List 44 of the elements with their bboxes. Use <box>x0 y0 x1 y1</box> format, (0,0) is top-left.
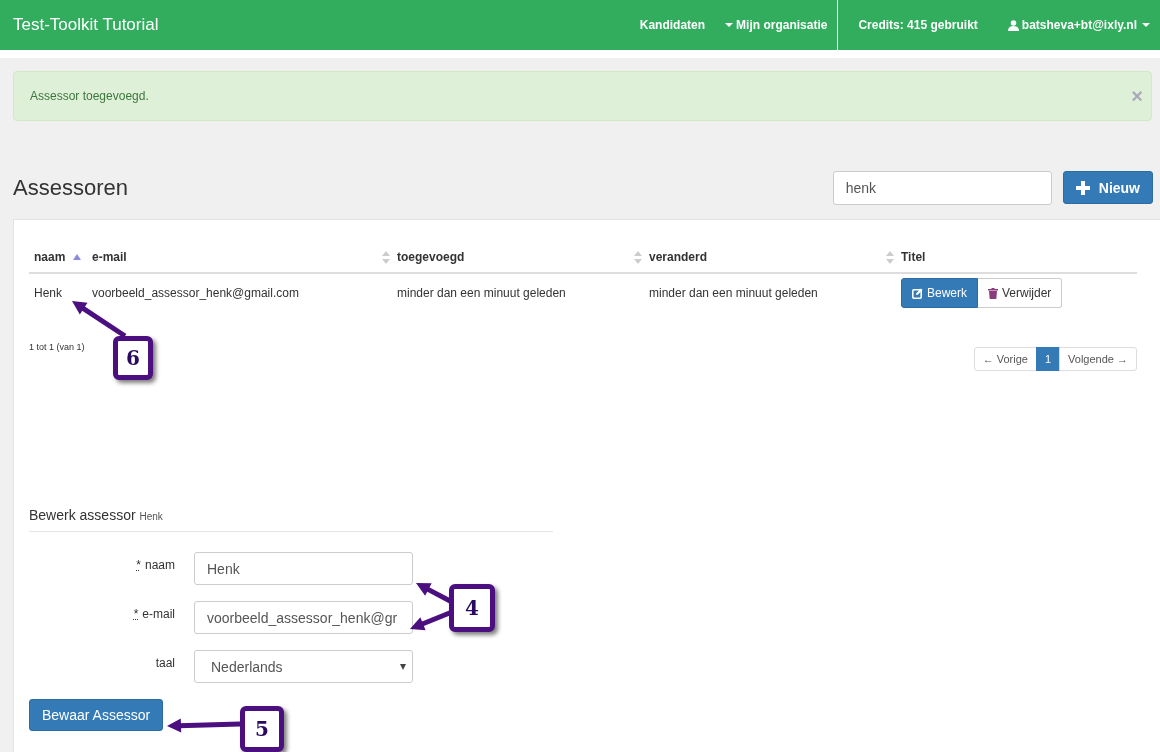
select-field[interactable]: Nederlands <box>194 650 413 683</box>
step-number-badge: 6 <box>113 336 153 380</box>
edit-icon <box>912 287 923 299</box>
plus-icon <box>1075 180 1090 195</box>
caret-icon <box>725 23 734 27</box>
table-cell: voorbeeld_assessor_henk@gmail.com <box>87 273 392 312</box>
page-link[interactable]: 1 <box>1035 347 1061 371</box>
sort-icon <box>886 251 894 264</box>
next-page-link[interactable]: Volgende → <box>1059 347 1137 371</box>
sort-icon <box>382 251 390 264</box>
text-field[interactable]: voorbeeld_assessor_henk@gr <box>194 601 413 634</box>
user-icon <box>1007 19 1019 31</box>
trash-icon <box>988 287 998 299</box>
form-heading: Bewerk assessor Henk <box>29 507 553 532</box>
edit-button[interactable]: Bewerk <box>901 278 978 308</box>
search-field[interactable]: henk <box>832 171 1052 205</box>
column-header[interactable]: e-mail <box>87 238 392 273</box>
field-label: taal <box>155 656 175 670</box>
save-button[interactable]: Bewaar Assessor <box>29 699 164 731</box>
column-header[interactable]: toegevoegd <box>392 238 644 273</box>
new-button[interactable]: Nieuw <box>1062 171 1153 204</box>
text-field[interactable]: Henk <box>194 552 413 585</box>
table-cell: Henk <box>29 273 87 312</box>
required-mark: * <box>133 607 139 621</box>
page-title: Assessoren <box>13 175 128 201</box>
annotation-arrow <box>72 301 127 339</box>
delete-button[interactable]: Verwijder <box>978 278 1063 308</box>
field-label: e-mail <box>142 607 175 621</box>
step-number-badge: 4 <box>449 584 495 632</box>
sort-icon <box>634 251 642 264</box>
sort-up-icon <box>72 254 81 260</box>
column-header[interactable]: veranderd <box>644 238 896 273</box>
required-mark: * <box>136 558 141 572</box>
table-cell: minder dan een minuut geleden <box>392 273 644 312</box>
field-label: naam <box>144 558 175 572</box>
dropdown-arrow-icon <box>400 663 406 670</box>
credits-text: Credits: 415 gebruikt <box>857 17 979 34</box>
column-header[interactable]: Titel <box>896 238 1137 273</box>
caret-icon <box>1142 23 1150 27</box>
pagination-info: 1 tot 1 (van 1) <box>29 342 85 352</box>
column-header[interactable]: naam <box>29 238 87 273</box>
alert-message: Assessor toegevoegd. <box>30 89 149 103</box>
table-cell: minder dan een minuut geleden <box>644 273 896 312</box>
step-number-badge: 5 <box>240 706 284 752</box>
